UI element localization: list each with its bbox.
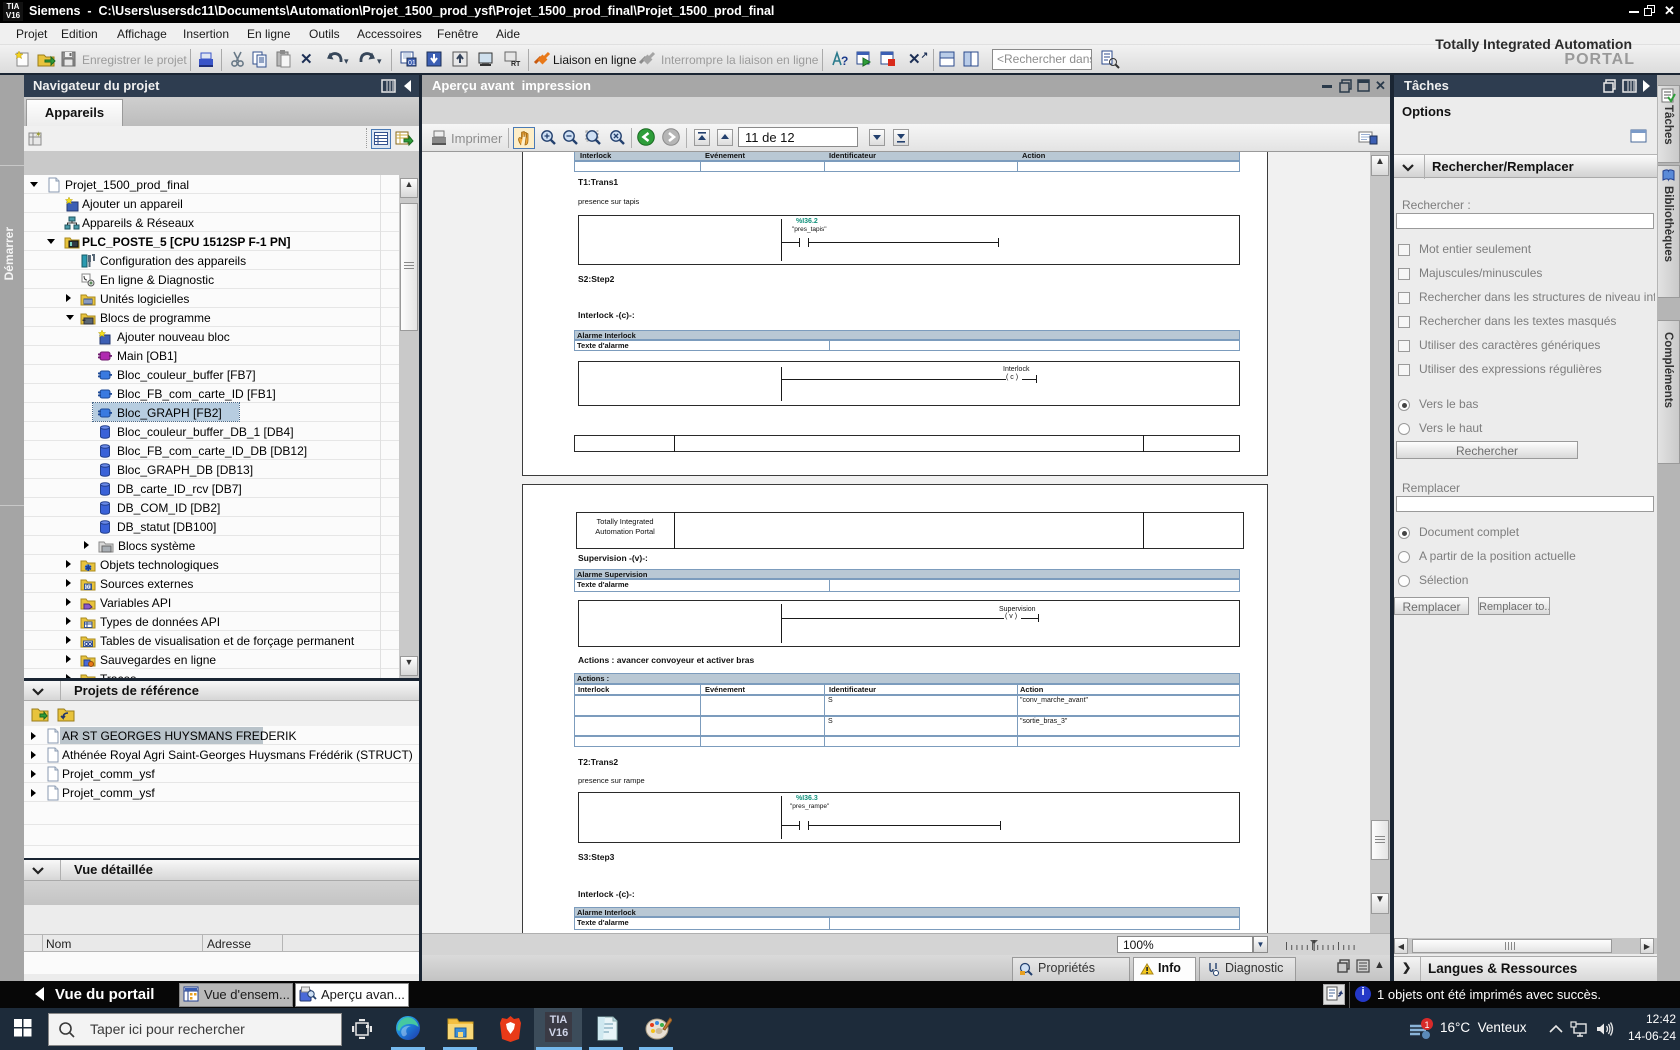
svg-text:1: 1 <box>1425 1020 1430 1030</box>
